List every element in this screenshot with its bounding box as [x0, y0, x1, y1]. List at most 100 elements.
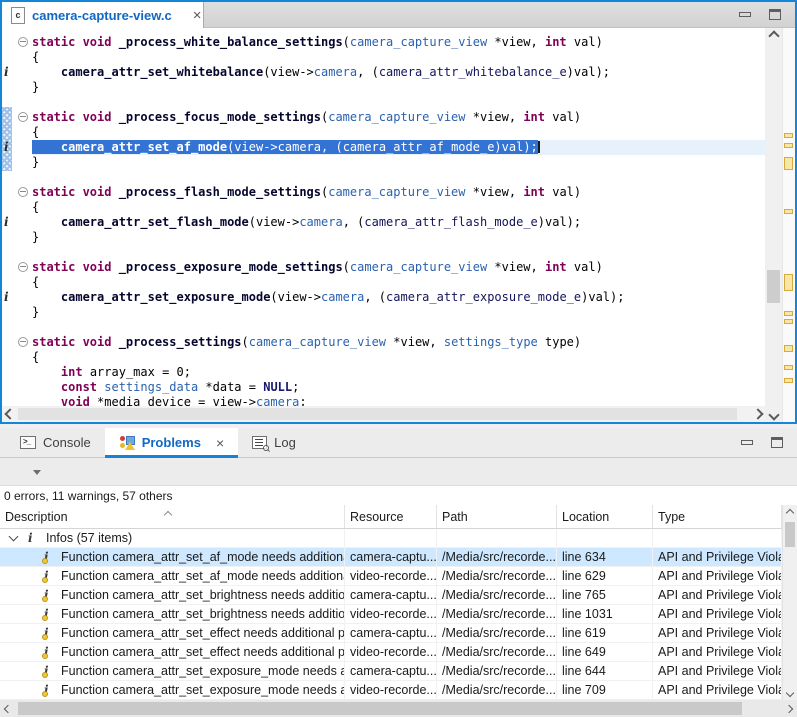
code-line[interactable]: camera_attr_set_flash_mode(view->camera,…: [32, 215, 765, 230]
fold-collapse-icon[interactable]: [18, 112, 28, 122]
scroll-left-icon[interactable]: [2, 406, 17, 422]
scroll-up-icon[interactable]: [765, 28, 782, 43]
scrollbar-thumb[interactable]: [785, 522, 795, 547]
problem-row[interactable]: iFunction camera_attr_set_brightness nee…: [0, 586, 782, 605]
tab-log[interactable]: Log: [238, 428, 310, 457]
scroll-up-icon[interactable]: [783, 505, 797, 520]
code-line[interactable]: }: [32, 305, 765, 320]
problem-description: Function camera_attr_set_af_mode needs a…: [61, 569, 344, 583]
problem-description: Function camera_attr_set_exposure_mode n…: [61, 683, 344, 697]
editor-marker-bar[interactable]: i i i i: [2, 28, 14, 406]
code-line[interactable]: camera_attr_set_af_mode(view->camera, (c…: [32, 140, 765, 155]
scrollbar-thumb[interactable]: [767, 270, 780, 303]
warning-marker[interactable]: [784, 378, 793, 383]
overview-ruler[interactable]: [782, 28, 795, 422]
code-line[interactable]: static void _process_white_balance_setti…: [32, 35, 765, 50]
code-line[interactable]: [32, 95, 765, 110]
info-marker-icon[interactable]: i: [4, 216, 13, 229]
resource-cell: video-recorde...: [345, 681, 437, 699]
problem-row[interactable]: iFunction camera_attr_set_exposure_mode …: [0, 662, 782, 681]
code-line[interactable]: camera_attr_set_exposure_mode(view->came…: [32, 290, 765, 305]
problem-description: Function camera_attr_set_af_mode needs a…: [61, 550, 344, 564]
code-line[interactable]: {: [32, 125, 765, 140]
fold-collapse-icon[interactable]: [18, 37, 28, 47]
scroll-right-icon[interactable]: [781, 700, 797, 717]
warning-marker[interactable]: [784, 319, 793, 324]
table-vertical-scrollbar[interactable]: [782, 505, 797, 700]
problem-row[interactable]: iFunction camera_attr_set_effect needs a…: [0, 643, 782, 662]
column-header-location[interactable]: Location: [557, 505, 653, 528]
code-line[interactable]: int array_max = 0;: [32, 365, 765, 380]
warning-marker[interactable]: [784, 311, 793, 316]
close-tab-icon[interactable]: ×: [216, 436, 224, 450]
info-marker-icon[interactable]: i: [4, 141, 13, 154]
code-line[interactable]: static void _process_settings(camera_cap…: [32, 335, 765, 350]
maximize-icon[interactable]: [771, 437, 783, 448]
problem-row[interactable]: iFunction camera_attr_set_brightness nee…: [0, 605, 782, 624]
code-line[interactable]: [32, 170, 765, 185]
code-editor[interactable]: static void _process_white_balance_setti…: [32, 28, 765, 406]
view-menu-dropdown-icon[interactable]: [33, 470, 41, 475]
code-line[interactable]: [32, 245, 765, 260]
code-line[interactable]: static void _process_exposure_mode_setti…: [32, 260, 765, 275]
code-line[interactable]: {: [32, 50, 765, 65]
problem-row[interactable]: iFunction camera_attr_set_af_mode needs …: [0, 567, 782, 586]
code-line[interactable]: static void _process_flash_mode_settings…: [32, 185, 765, 200]
fold-collapse-icon[interactable]: [18, 262, 28, 272]
code-line[interactable]: static void _process_focus_mode_settings…: [32, 110, 765, 125]
fold-collapse-icon[interactable]: [18, 337, 28, 347]
problem-row[interactable]: iFunction camera_attr_set_exposure_mode …: [0, 681, 782, 700]
tab-console-label: Console: [43, 435, 91, 450]
minimize-icon[interactable]: [739, 12, 751, 17]
code-line[interactable]: }: [32, 80, 765, 95]
editor-tab-camera-capture-view[interactable]: c camera-capture-view.c ×: [2, 2, 204, 28]
warning-marker[interactable]: [784, 157, 793, 170]
code-line[interactable]: void *media_device = view->camera;: [32, 395, 765, 406]
minimize-icon[interactable]: [741, 440, 753, 445]
warning-marker[interactable]: [784, 209, 793, 214]
fold-collapse-icon[interactable]: [18, 187, 28, 197]
code-line[interactable]: }: [32, 155, 765, 170]
scroll-down-icon[interactable]: [783, 685, 797, 700]
scroll-left-icon[interactable]: [0, 700, 16, 717]
code-line[interactable]: {: [32, 275, 765, 290]
code-line[interactable]: }: [32, 230, 765, 245]
maximize-icon[interactable]: [769, 9, 781, 20]
code-line[interactable]: const settings_data *data = NULL;: [32, 380, 765, 395]
code-line[interactable]: camera_attr_set_whitebalance(view->camer…: [32, 65, 765, 80]
column-header-label: Path: [442, 510, 468, 524]
code-line[interactable]: {: [32, 350, 765, 365]
scroll-right-icon[interactable]: [750, 406, 765, 422]
warning-marker[interactable]: [784, 143, 793, 148]
expand-collapse-icon[interactable]: [9, 532, 19, 542]
problem-row[interactable]: iFunction camera_attr_set_af_mode needs …: [0, 548, 782, 567]
scroll-down-icon[interactable]: [765, 407, 782, 422]
tab-console[interactable]: Console: [6, 428, 105, 457]
problem-row[interactable]: iFunction camera_attr_set_effect needs a…: [0, 624, 782, 643]
column-header-resource[interactable]: Resource: [345, 505, 437, 528]
column-header-path[interactable]: Path: [437, 505, 557, 528]
warning-marker[interactable]: [784, 133, 793, 138]
path-cell: /Media/src/recorde...: [437, 643, 557, 661]
editor-vertical-scrollbar[interactable]: [765, 28, 782, 422]
warning-marker[interactable]: [784, 274, 793, 291]
problems-group-row[interactable]: iInfos (57 items): [0, 529, 782, 548]
warning-marker[interactable]: [784, 365, 793, 370]
problem-description: Function camera_attr_set_effect needs ad…: [61, 645, 344, 659]
code-line[interactable]: [32, 320, 765, 335]
info-marker-icon[interactable]: i: [4, 66, 13, 79]
editor-fold-bar[interactable]: [14, 28, 32, 406]
tab-problems[interactable]: Problems ×: [105, 428, 238, 457]
selected-text[interactable]: camera_attr_set_af_mode(view->camera, (c…: [32, 140, 538, 154]
column-header-description[interactable]: Description: [0, 505, 345, 528]
warning-marker[interactable]: [784, 345, 793, 352]
code-line[interactable]: {: [32, 200, 765, 215]
column-header-type[interactable]: Type: [653, 505, 782, 528]
column-header-label: Resource: [350, 510, 404, 524]
panel-horizontal-scrollbar[interactable]: [0, 700, 797, 717]
close-tab-icon[interactable]: ×: [193, 8, 202, 23]
scrollbar-thumb[interactable]: [18, 702, 742, 715]
editor-horizontal-scrollbar[interactable]: [2, 406, 765, 422]
info-marker-icon[interactable]: i: [4, 291, 13, 304]
scrollbar-thumb[interactable]: [18, 408, 737, 420]
